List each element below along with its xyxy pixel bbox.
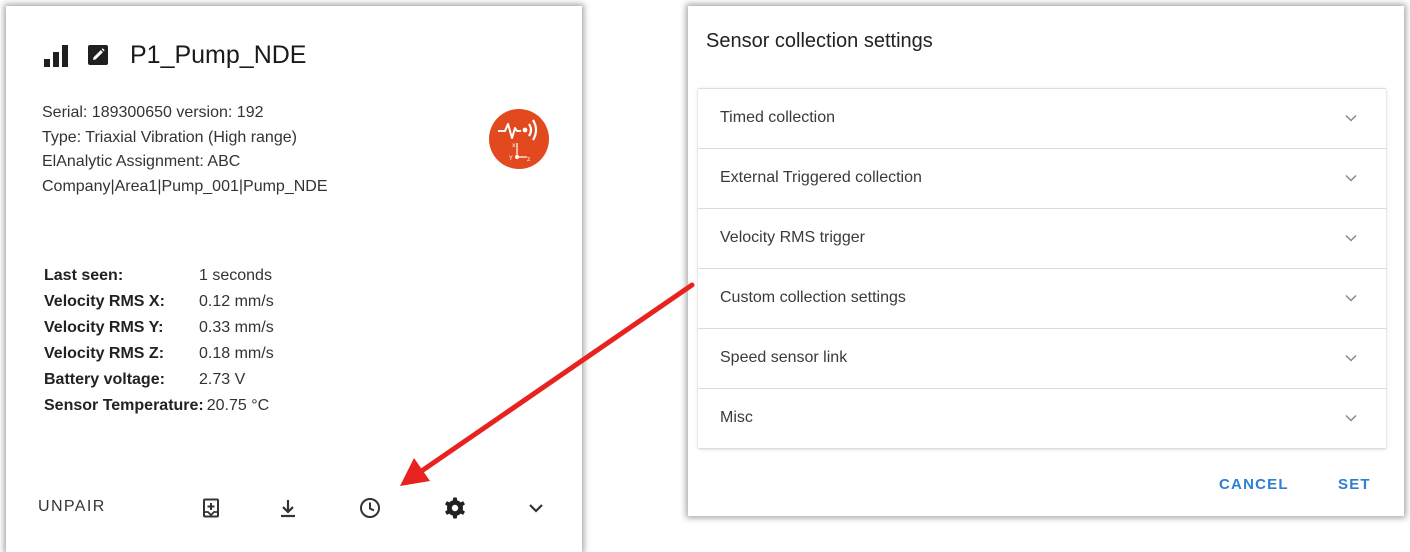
panel-label: Speed sensor link bbox=[720, 349, 848, 366]
chevron-down-icon[interactable] bbox=[518, 490, 554, 526]
stat-value: 0.12 mm/s bbox=[199, 293, 274, 310]
stat-label: Sensor Temperature: bbox=[44, 397, 204, 414]
panel-custom-collection-settings[interactable]: Custom collection settings bbox=[698, 269, 1386, 329]
stat-value: 0.18 mm/s bbox=[199, 345, 274, 362]
sensor-card: P1_Pump_NDE Serial: 189300650 version: 1… bbox=[6, 6, 582, 552]
clock-icon[interactable] bbox=[352, 490, 388, 526]
bookmark-add-icon[interactable] bbox=[193, 490, 229, 526]
panel-velocity-rms-trigger[interactable]: Velocity RMS trigger bbox=[698, 209, 1386, 269]
stat-value: 2.73 V bbox=[199, 371, 246, 388]
panel-external-triggered-collection[interactable]: External Triggered collection bbox=[698, 149, 1386, 209]
gear-icon[interactable] bbox=[437, 490, 473, 526]
serial-line: Serial: 189300650 version: 192 bbox=[42, 104, 264, 121]
panel-speed-sensor-link[interactable]: Speed sensor link bbox=[698, 329, 1386, 389]
stat-label: Velocity RMS Y: bbox=[44, 319, 164, 336]
stat-battery-voltage: Battery voltage: 2.73 V bbox=[44, 367, 274, 393]
unpair-button[interactable]: UNPAIR bbox=[38, 498, 106, 516]
chevron-down-icon bbox=[1345, 414, 1357, 422]
panel-label: Misc bbox=[720, 409, 753, 426]
stat-value: 0.33 mm/s bbox=[199, 319, 274, 336]
panel-label: Velocity RMS trigger bbox=[720, 229, 865, 246]
sensor-stats: Last seen: 1 seconds Velocity RMS X: 0.1… bbox=[44, 263, 274, 419]
svg-text:z: z bbox=[527, 156, 530, 163]
stat-velocity-z: Velocity RMS Z: 0.18 mm/s bbox=[44, 341, 274, 367]
panel-label: Timed collection bbox=[720, 109, 836, 126]
panel-label: Custom collection settings bbox=[720, 289, 906, 306]
chevron-down-icon bbox=[1345, 174, 1357, 182]
chevron-down-icon bbox=[1345, 354, 1357, 362]
set-button[interactable]: SET bbox=[1338, 476, 1371, 493]
stat-value: 1 seconds bbox=[199, 267, 272, 284]
stat-velocity-x: Velocity RMS X: 0.12 mm/s bbox=[44, 289, 274, 315]
stat-label: Velocity RMS Z: bbox=[44, 345, 165, 362]
stat-velocity-y: Velocity RMS Y: 0.33 mm/s bbox=[44, 315, 274, 341]
settings-panels: Timed collection External Triggered coll… bbox=[698, 88, 1386, 448]
edit-icon[interactable] bbox=[86, 43, 110, 67]
sensor-info: Serial: 189300650 version: 192 Type: Tri… bbox=[42, 101, 328, 199]
cancel-button[interactable]: CANCEL bbox=[1219, 476, 1289, 493]
chevron-down-icon bbox=[1345, 234, 1357, 242]
card-actions: UNPAIR bbox=[6, 488, 582, 538]
panel-misc[interactable]: Misc bbox=[698, 389, 1386, 448]
svg-text:x: x bbox=[512, 142, 516, 149]
sensor-collection-settings-dialog: Sensor collection settings Timed collect… bbox=[688, 6, 1404, 516]
stat-last-seen: Last seen: 1 seconds bbox=[44, 263, 274, 289]
assignment-line: ElAnalytic Assignment: ABC bbox=[42, 153, 241, 170]
chevron-down-icon bbox=[1345, 114, 1357, 122]
asset-path-line: Company|Area1|Pump_001|Pump_NDE bbox=[42, 177, 328, 195]
stat-sensor-temperature: Sensor Temperature: 20.75 °C bbox=[44, 393, 274, 419]
stat-label: Last seen: bbox=[44, 267, 124, 284]
stat-value: 20.75 °C bbox=[206, 397, 270, 414]
stat-label: Battery voltage: bbox=[44, 371, 165, 388]
download-icon[interactable] bbox=[270, 490, 306, 526]
dialog-actions: CANCEL SET bbox=[688, 476, 1404, 506]
type-line: Type: Triaxial Vibration (High range) bbox=[42, 128, 297, 146]
triaxial-vibration-icon: x Y z bbox=[489, 109, 549, 169]
panel-timed-collection[interactable]: Timed collection bbox=[698, 89, 1386, 149]
svg-text:Y: Y bbox=[508, 155, 513, 162]
dialog-title: Sensor collection settings bbox=[706, 30, 933, 52]
panel-label: External Triggered collection bbox=[720, 169, 922, 186]
stat-label: Velocity RMS X: bbox=[44, 293, 165, 310]
sensor-name: P1_Pump_NDE bbox=[130, 40, 307, 69]
card-header: P1_Pump_NDE bbox=[44, 35, 306, 75]
signal-strength-icon bbox=[44, 43, 68, 67]
chevron-down-icon bbox=[1345, 294, 1357, 302]
